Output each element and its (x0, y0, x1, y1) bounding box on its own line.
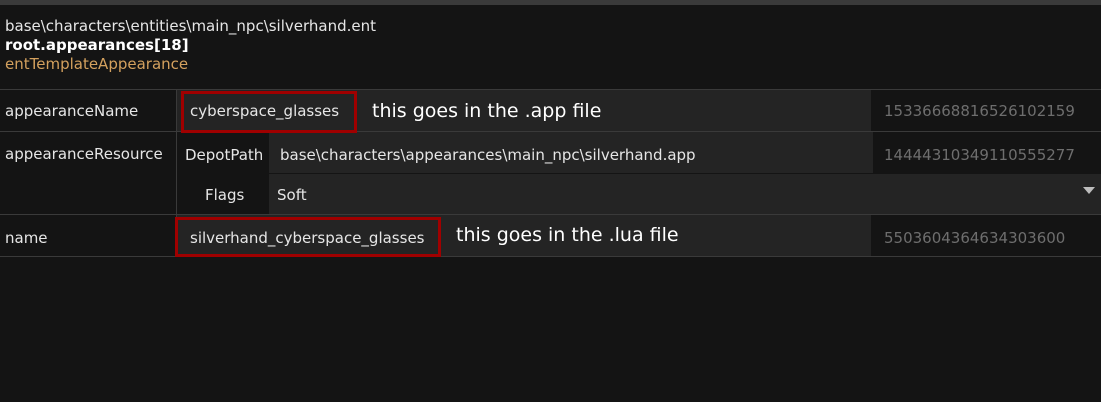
depot-path-hash: 14444310349110555277 (884, 146, 1075, 164)
type-name: entTemplateAppearance (5, 55, 189, 73)
row-divider (0, 256, 1101, 257)
cell-bg (269, 174, 1101, 214)
appearance-name-hash: 15336668816526102159 (884, 102, 1075, 120)
appearance-name-label: appearanceName (5, 102, 139, 120)
chevron-down-icon[interactable] (1083, 187, 1095, 194)
annotation-lua: this goes in the .lua file (456, 224, 679, 246)
highlight-box (181, 91, 357, 133)
top-bar (0, 0, 1101, 5)
flags-select[interactable]: Soft (277, 186, 307, 204)
highlight-box (175, 217, 441, 257)
file-path: base\characters\entities\main_npc\silver… (5, 17, 377, 35)
flags-label: Flags (205, 186, 245, 204)
header: base\characters\entities\main_npc\silver… (5, 17, 376, 74)
appearance-resource-label: appearanceResource (5, 145, 163, 163)
annotation-app: this goes in the .app file (372, 100, 602, 122)
depot-path-field[interactable]: base\characters\appearances\main_npc\sil… (280, 146, 696, 164)
name-label: name (5, 229, 48, 247)
name-hash: 5503604364634303600 (884, 229, 1066, 247)
property-path: root.appearances[18] (5, 36, 189, 54)
depot-path-label: DepotPath (185, 146, 264, 164)
